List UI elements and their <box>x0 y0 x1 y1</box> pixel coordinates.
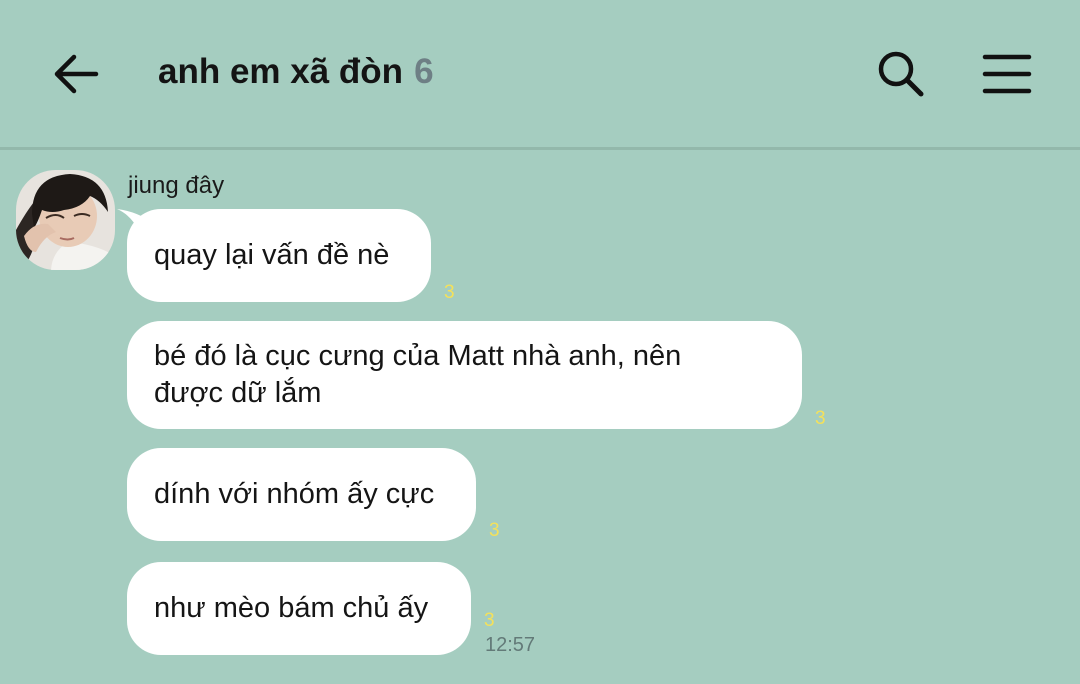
hamburger-menu-icon <box>982 54 1032 94</box>
search-button[interactable] <box>866 44 936 104</box>
menu-button[interactable] <box>972 44 1042 104</box>
message-bubble[interactable]: quay lại vấn đề nè <box>117 209 431 302</box>
message-text: bé đó là cục cưng của Matt nhà anh, nên … <box>154 340 682 409</box>
unread-count: 3 <box>484 610 495 631</box>
unread-count: 3 <box>815 408 826 429</box>
message-text: như mèo bám chủ ấy <box>154 592 429 624</box>
message-text: quay lại vấn đề nè <box>154 239 390 271</box>
unread-count: 3 <box>444 282 455 303</box>
member-count: 6 <box>414 52 434 91</box>
group-name: anh em xã đòn <box>158 52 404 91</box>
message-bubble[interactable]: bé đó là cục cưng của Matt nhà anh, nên … <box>127 321 802 429</box>
message-bubble[interactable]: dính với nhóm ấy cực <box>127 448 476 541</box>
message-bubble[interactable]: như mèo bám chủ ấy <box>127 562 471 655</box>
message-list[interactable]: jiung đây quay lại vấn đề nè 3 bé đó là … <box>0 150 1080 684</box>
sender-name: jiung đây <box>128 172 225 199</box>
back-button[interactable] <box>44 44 108 104</box>
sender-avatar[interactable] <box>16 170 115 270</box>
arrow-left-icon <box>54 54 99 94</box>
unread-count: 3 <box>489 520 500 541</box>
bubble-tail <box>117 209 147 231</box>
search-icon <box>878 51 924 97</box>
chat-title[interactable]: anh em xã đòn 6 <box>158 52 434 100</box>
message-text: dính với nhóm ấy cực <box>154 478 435 510</box>
chat-header: anh em xã đòn 6 <box>0 0 1080 150</box>
message-timestamp: 12:57 <box>485 634 536 656</box>
